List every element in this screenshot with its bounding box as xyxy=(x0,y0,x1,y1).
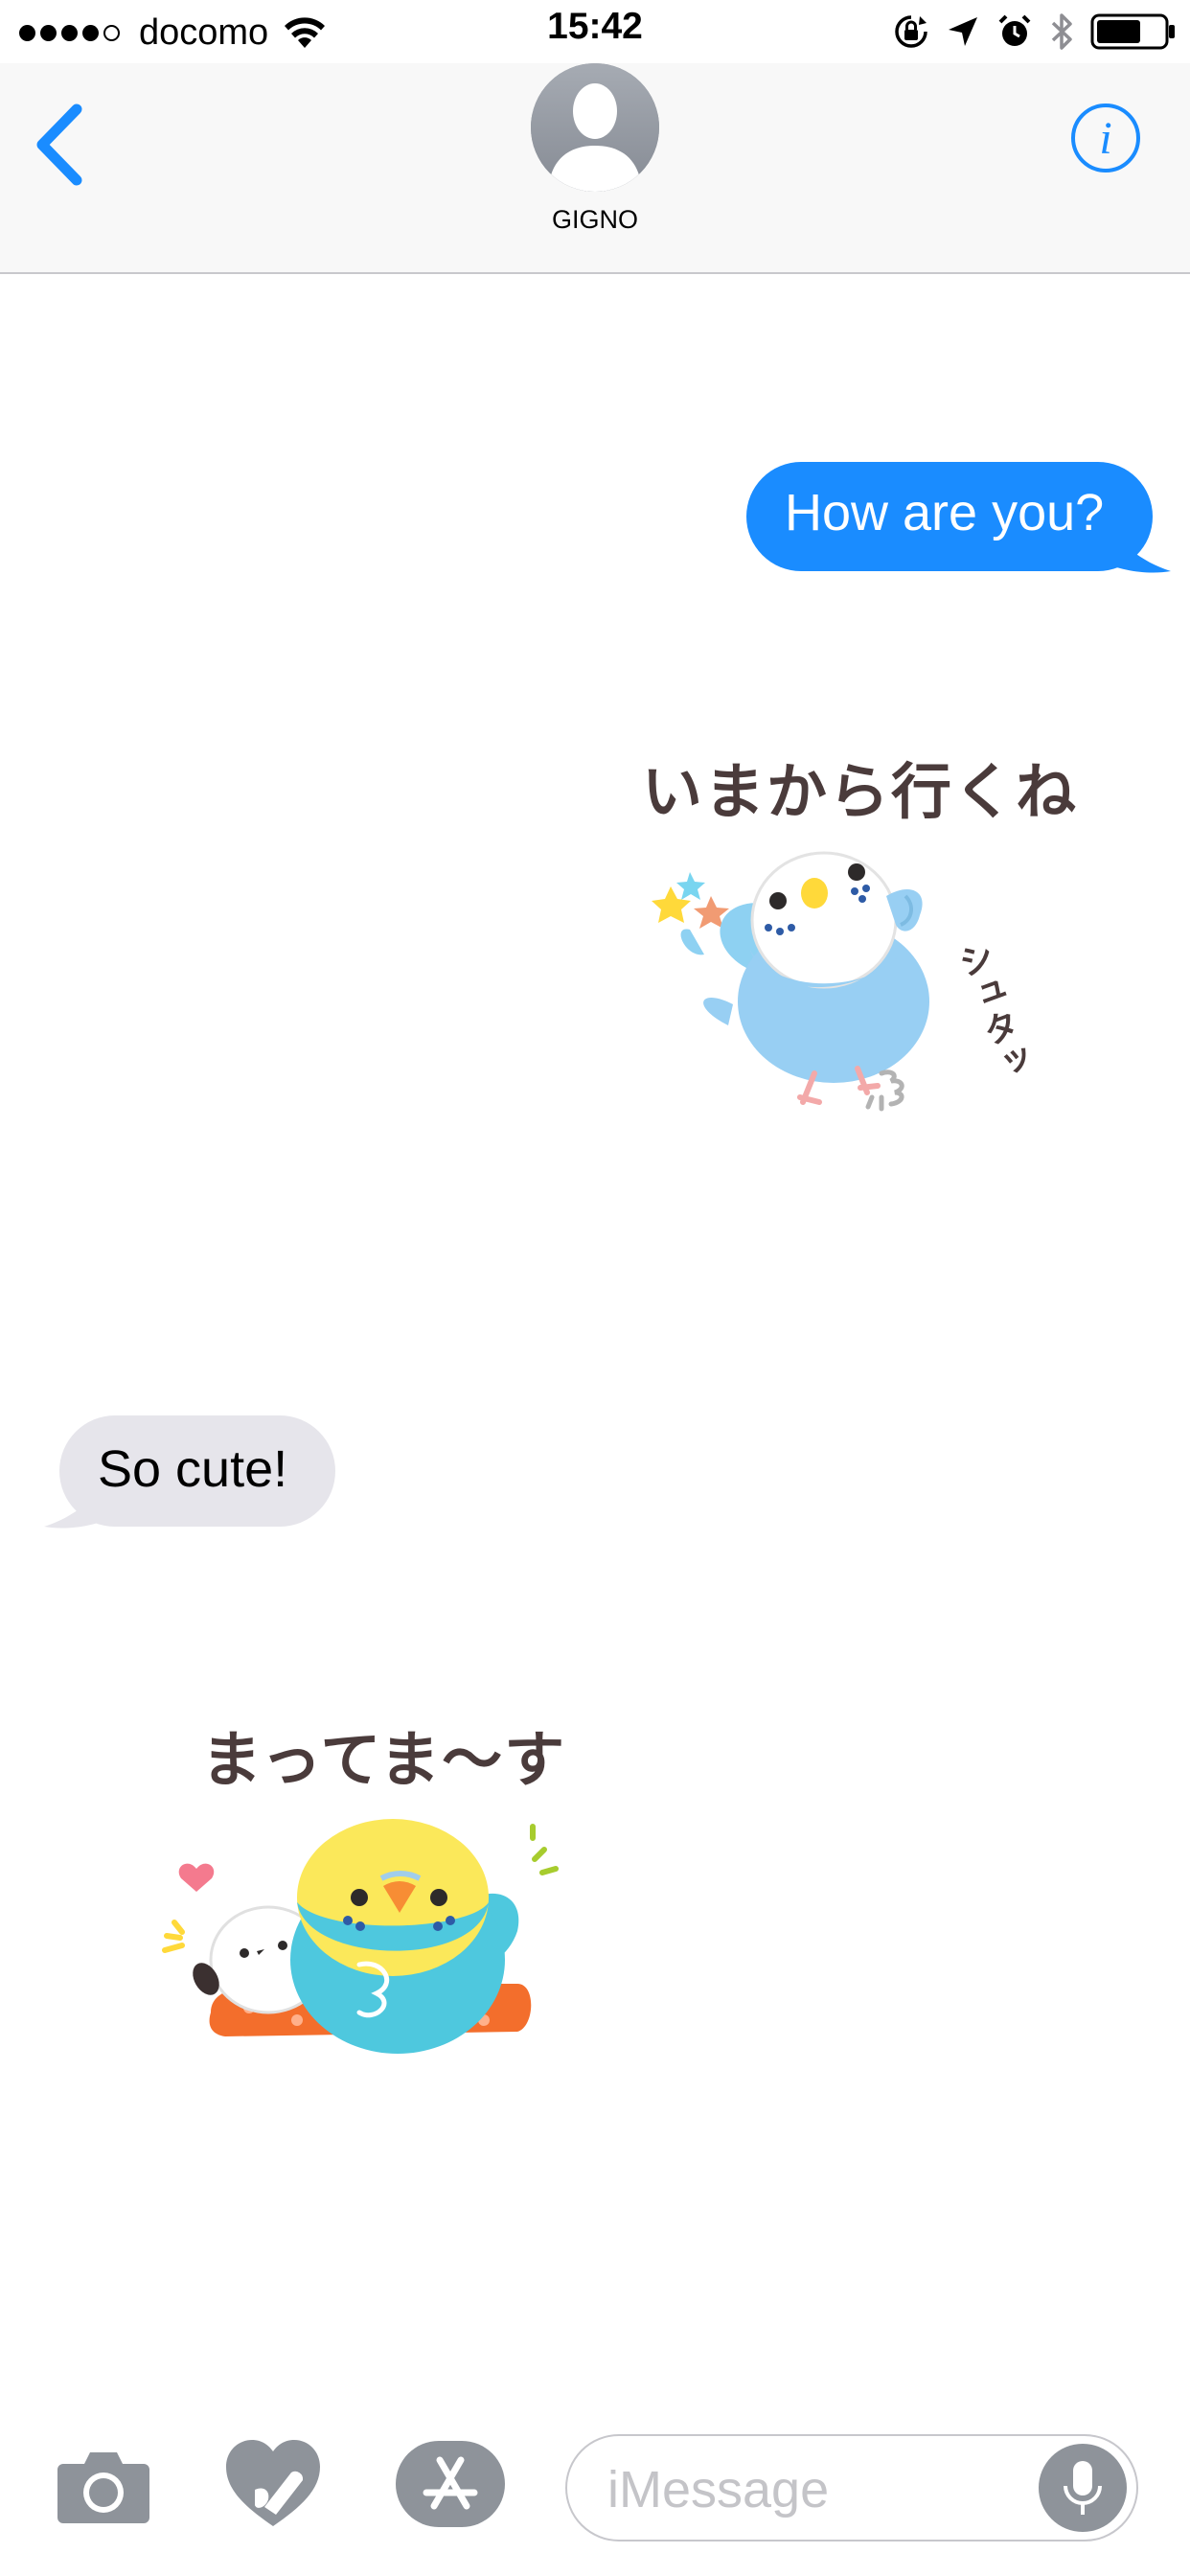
chevron-left-icon[interactable] xyxy=(31,102,88,188)
app-store-icon[interactable] xyxy=(396,2441,505,2527)
incoming-sticker[interactable]: まってま～す xyxy=(153,1696,594,2080)
imessage-input[interactable] xyxy=(606,2455,1012,2524)
digital-touch-heart-icon[interactable] xyxy=(226,2440,320,2528)
incoming-message-bubble[interactable]: So cute! xyxy=(59,1415,335,1527)
person-silhouette-icon xyxy=(531,63,659,192)
budgies-illustration xyxy=(162,1819,559,2054)
svg-text:i: i xyxy=(1099,113,1111,164)
microphone-icon xyxy=(1064,2461,1102,2515)
battery-icon xyxy=(1090,13,1175,50)
conversation-header: GIGNO i xyxy=(0,63,1190,274)
rotation-lock-icon xyxy=(895,15,927,48)
avatar[interactable] xyxy=(531,63,659,192)
bluetooth-icon xyxy=(1051,13,1072,50)
outgoing-sticker[interactable]: いまから行くね シュタッ xyxy=(632,728,1076,1131)
location-arrow-icon xyxy=(949,17,977,46)
imessage-input-container xyxy=(565,2434,1138,2542)
camera-icon[interactable] xyxy=(57,2449,149,2523)
status-right xyxy=(893,10,1177,54)
status-bar: docomo 15:42 xyxy=(0,0,1190,63)
contact-name[interactable]: GIGNO xyxy=(0,205,1190,235)
microphone-button[interactable] xyxy=(1039,2444,1127,2532)
alarm-icon xyxy=(998,14,1031,46)
info-icon[interactable]: i xyxy=(1069,102,1142,174)
outgoing-message-bubble[interactable]: How are you? xyxy=(746,462,1153,571)
